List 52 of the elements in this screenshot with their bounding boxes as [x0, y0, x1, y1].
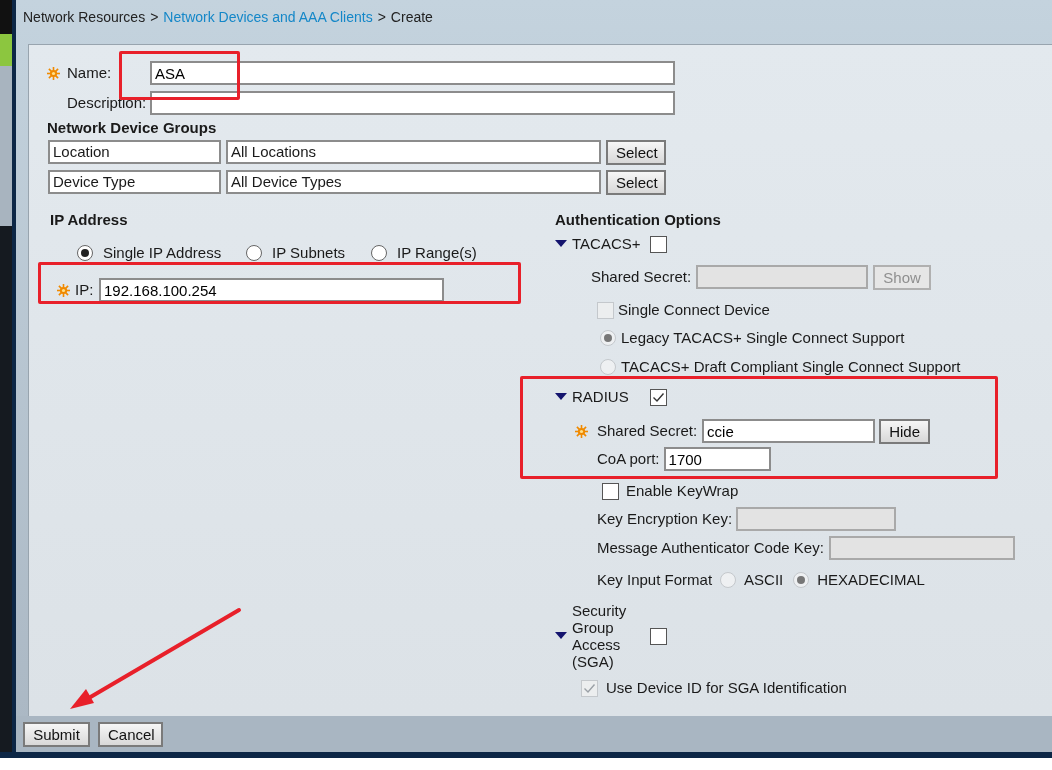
breadcrumb-separator: >	[150, 7, 159, 27]
input-field[interactable]: Device Type	[48, 170, 221, 194]
radio-label: Legacy TACACS+ Single Connect Support	[621, 327, 905, 348]
check-icon	[583, 682, 596, 694]
checkbox[interactable]	[650, 627, 667, 645]
radio-button[interactable]	[246, 245, 262, 261]
input-field[interactable]: 192.168.100.254	[99, 278, 444, 302]
radio-button[interactable]	[77, 245, 93, 261]
form-button[interactable]: Select	[606, 139, 666, 165]
input-field[interactable]: ccie	[702, 419, 876, 443]
radio-button[interactable]	[720, 572, 737, 588]
field-label: Name:	[67, 62, 113, 83]
side-panel-edge	[0, 0, 12, 34]
form-button[interactable]: Cancel	[98, 721, 163, 747]
checkbox-label: Single Connect Device	[618, 299, 770, 320]
checkbox[interactable]	[650, 388, 667, 406]
radio-label: HEXADECIMAL	[817, 569, 925, 590]
form-button[interactable]: Select	[606, 169, 666, 195]
radio-label: Single IP Address	[103, 242, 222, 263]
field-label: Key Input Format	[597, 569, 713, 590]
radio-label: ASCII	[744, 569, 784, 590]
input-field[interactable]: ASA	[150, 61, 675, 85]
form-button[interactable]: Submit	[23, 721, 90, 747]
radio-label: IP Range(s)	[397, 242, 477, 263]
section-heading: IP Address	[49, 210, 129, 230]
field-label: Message Authenticator Code Key:	[597, 537, 824, 558]
checkbox[interactable]	[650, 235, 667, 253]
field-label: Shared Secret:	[597, 420, 698, 441]
checkbox-label: Use Device ID for SGA Identification	[606, 677, 847, 698]
breadcrumb-separator: >	[377, 7, 386, 27]
checkbox-label: Enable KeyWrap	[626, 480, 739, 501]
input-field[interactable]	[150, 91, 675, 115]
field-label: IP:	[75, 279, 95, 300]
form-button[interactable]: Hide	[879, 418, 931, 444]
input-field[interactable]: Location	[48, 140, 221, 164]
check-icon	[652, 391, 665, 403]
radio-label: TACACS+ Draft Compliant Single Connect Support	[621, 356, 961, 377]
radio-button[interactable]	[793, 572, 810, 588]
field-label: CoA port:	[597, 448, 660, 469]
checkbox[interactable]	[602, 482, 619, 500]
radio-label: IP Subnets	[272, 242, 346, 263]
breadcrumb-item: Network Resources	[23, 7, 146, 27]
radio-button[interactable]	[371, 245, 387, 261]
field-label: Description:	[67, 92, 148, 113]
section-heading: Network Device Groups	[47, 120, 218, 136]
input-field[interactable]: 1700	[663, 447, 771, 471]
input-field[interactable]: All Device Types	[226, 170, 601, 194]
field-label: Shared Secret:	[591, 266, 692, 287]
field-label: Key Encryption Key:	[597, 508, 733, 529]
section-heading: Authentication Options	[555, 210, 722, 230]
input-field[interactable]: All Locations	[226, 140, 601, 164]
breadcrumb-item: Create	[390, 7, 433, 27]
